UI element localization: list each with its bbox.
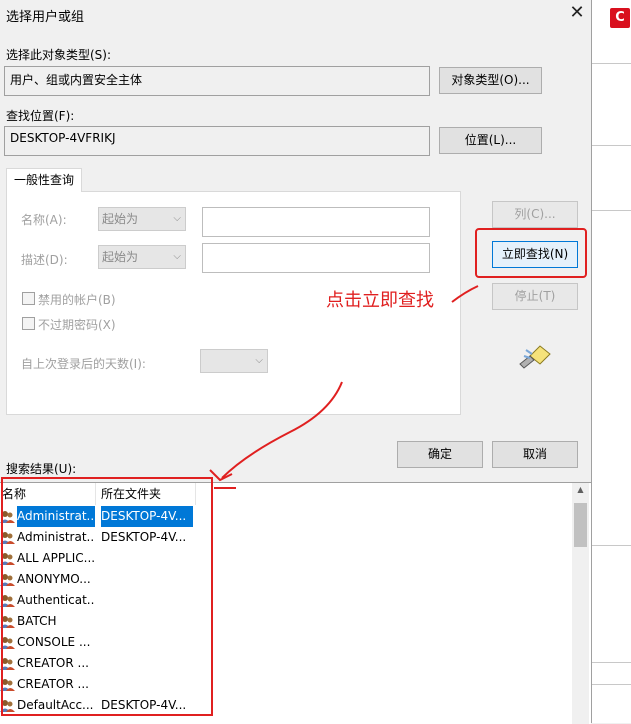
description-mode-value: 起始为 [102, 250, 139, 264]
table-row[interactable]: Authenticat... [0, 590, 196, 611]
name-input[interactable] [202, 207, 430, 237]
table-row[interactable]: ALL APPLIC... [0, 548, 196, 569]
description-mode-select[interactable]: 起始为 ⌵ [98, 245, 186, 269]
name-mode-select[interactable]: 起始为 ⌵ [98, 207, 186, 231]
user-group-icon [0, 616, 15, 628]
column-header-folder[interactable]: 所在文件夹 [96, 483, 196, 505]
chevron-down-icon: ⌵ [173, 213, 181, 224]
user-group-icon [0, 574, 15, 586]
row-name: Administrat... [17, 530, 95, 544]
table-row[interactable]: Administrat... DESKTOP-4V... [0, 506, 196, 527]
annotation-click-find-now: 点击立即查找 [326, 290, 434, 311]
divider [592, 684, 631, 685]
divider [592, 545, 631, 546]
row-name: BATCH [17, 614, 57, 628]
user-group-icon [0, 532, 15, 544]
table-row[interactable]: CONSOLE ... [0, 632, 196, 653]
columns-button[interactable]: 列(C)... [492, 201, 578, 228]
days-since-logon-select[interactable]: ⌵ [200, 349, 268, 373]
scrollbar-thumb[interactable] [574, 503, 587, 547]
search-results-label: 搜索结果(U): [6, 462, 77, 476]
find-now-button[interactable]: 立即查找(N) [492, 241, 578, 268]
description-input[interactable] [202, 243, 430, 273]
row-name: Authenticat... [17, 593, 95, 607]
stop-button[interactable]: 停止(T) [492, 283, 578, 310]
flashlight-search-icon [519, 345, 551, 369]
table-row[interactable]: BATCH [0, 611, 196, 632]
table-row[interactable]: ANONYMO... [0, 569, 196, 590]
row-name: Administrat... [17, 506, 95, 527]
results-scrollbar[interactable]: ▲ [572, 483, 589, 724]
table-row[interactable]: CREATOR ... [0, 674, 196, 695]
days-since-logon-label: 自上次登录后的天数(I): [21, 357, 146, 371]
table-row[interactable]: CREATOR ... [0, 653, 196, 674]
row-name: CREATOR ... [17, 656, 89, 670]
name-label: 名称(A): [21, 213, 67, 227]
column-header-name[interactable]: 名称 [0, 483, 96, 505]
divider [592, 210, 631, 211]
background-window: C [592, 0, 631, 723]
divider [592, 63, 631, 64]
close-icon[interactable]: ✕ [566, 2, 588, 24]
scroll-up-icon[interactable]: ▲ [572, 485, 589, 494]
search-results-list[interactable]: 名称 所在文件夹 Administrat... DESKTOP-4V... Admi… [0, 482, 591, 724]
row-folder: DESKTOP-4V... [101, 530, 187, 544]
select-users-dialog: 选择用户或组 ✕ 选择此对象类型(S): 用户、组或内置安全主体 对象类型(O)… [0, 0, 592, 724]
user-group-icon [0, 595, 15, 607]
name-mode-value: 起始为 [102, 212, 139, 226]
disabled-accounts-checkbox[interactable] [22, 292, 35, 305]
row-name: DefaultAcc... [17, 698, 94, 712]
user-group-icon [0, 511, 15, 523]
location-field: DESKTOP-4VFRIKJ [4, 126, 430, 156]
divider [592, 662, 631, 663]
user-group-icon [0, 553, 15, 565]
row-folder: DESKTOP-4V... [101, 506, 193, 527]
object-types-button[interactable]: 对象类型(O)... [439, 67, 542, 94]
divider [592, 145, 631, 146]
cancel-button[interactable]: 取消 [492, 441, 578, 468]
ok-button[interactable]: 确定 [397, 441, 483, 468]
location-label: 查找位置(F): [6, 109, 75, 123]
row-folder: DESKTOP-4V... [101, 698, 187, 712]
row-name: CREATOR ... [17, 677, 89, 691]
app-logo-icon: C [610, 8, 630, 28]
dialog-title: 选择用户或组 [6, 10, 85, 25]
chevron-down-icon: ⌵ [255, 355, 263, 366]
disabled-accounts-label: 禁用的帐户(B) [38, 293, 116, 307]
object-type-field: 用户、组或内置安全主体 [4, 66, 430, 96]
description-label: 描述(D): [21, 253, 68, 267]
non-expiring-checkbox[interactable] [22, 317, 35, 330]
chevron-down-icon: ⌵ [173, 251, 181, 262]
non-expiring-label: 不过期密码(X) [38, 318, 116, 332]
user-group-icon [0, 700, 15, 712]
locations-button[interactable]: 位置(L)... [439, 127, 542, 154]
row-name: ANONYMO... [17, 572, 91, 586]
user-group-icon [0, 637, 15, 649]
table-row[interactable]: DefaultAcc... DESKTOP-4V... [0, 695, 196, 716]
table-row[interactable]: Administrat... DESKTOP-4V... [0, 527, 196, 548]
user-group-icon [0, 658, 15, 670]
tab-common-queries[interactable]: 一般性查询 [6, 168, 82, 192]
row-name: CONSOLE ... [17, 635, 91, 649]
user-group-icon [0, 679, 15, 691]
row-name: ALL APPLIC... [17, 551, 95, 565]
object-type-label: 选择此对象类型(S): [6, 48, 112, 62]
